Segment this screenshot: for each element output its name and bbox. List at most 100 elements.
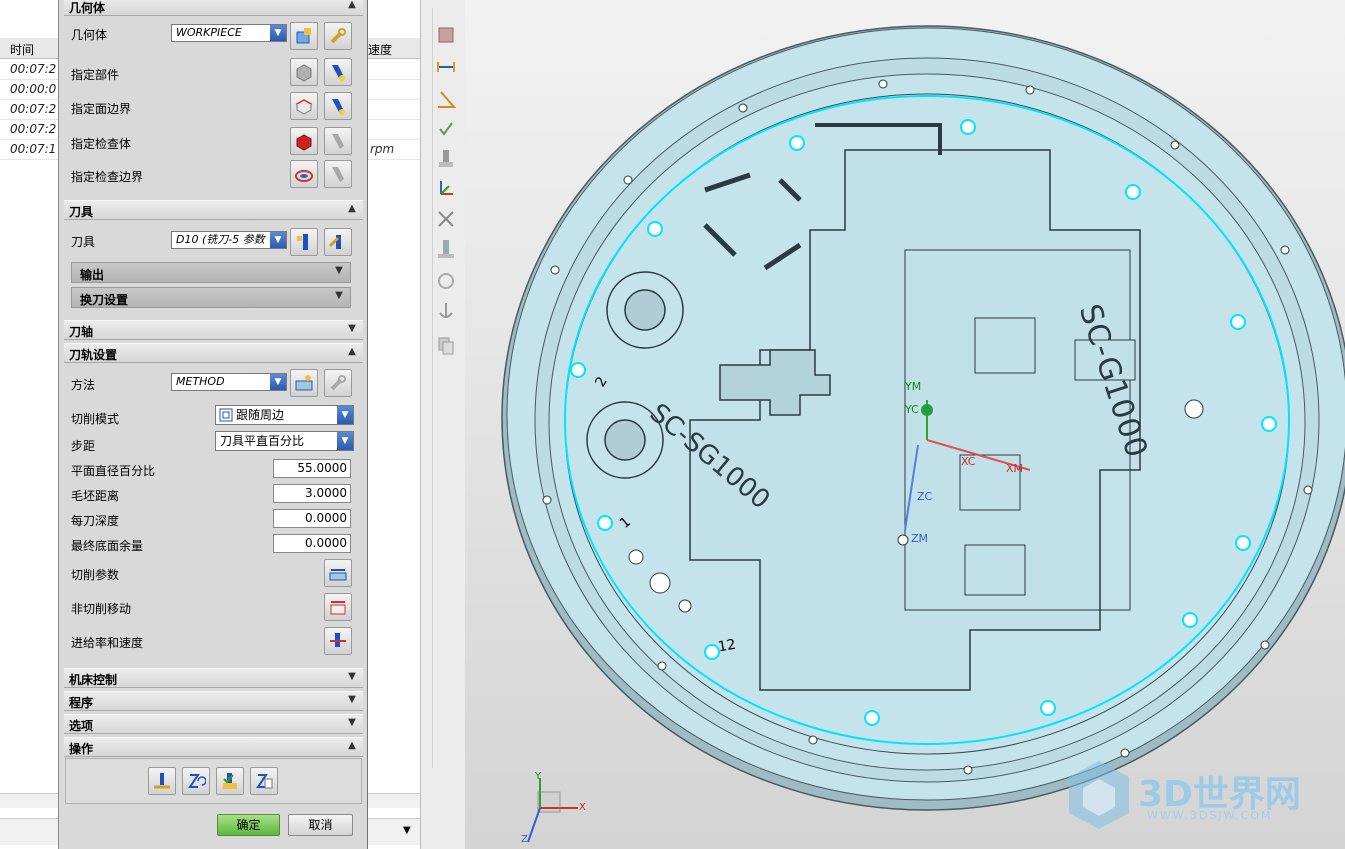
chevron-down-icon[interactable]: ▼: [345, 322, 359, 336]
stepover-select[interactable]: 刀具平直百分比 ▼: [215, 431, 354, 451]
chevron-down-icon[interactable]: ▼: [403, 825, 411, 836]
specify-check-body-label: 指定检查体: [71, 137, 132, 151]
machine-icon[interactable]: [435, 238, 457, 260]
blank-distance-input[interactable]: 3.0000: [273, 484, 351, 503]
section-options[interactable]: 选项 ▼: [64, 714, 363, 734]
generate-icon: [154, 773, 170, 789]
edit-method-button[interactable]: [324, 369, 352, 397]
chevron-down-icon: ▼: [337, 406, 353, 424]
specify-face-boundary-label: 指定面边界: [71, 102, 132, 116]
display-face-boundary-button[interactable]: [324, 92, 352, 120]
axis-label-zm: ZM: [911, 532, 929, 545]
flashlight-disabled-icon: [332, 134, 344, 149]
measure-distance-icon[interactable]: [435, 56, 457, 78]
close-view-icon[interactable]: [435, 208, 457, 230]
non-cutting-moves-label: 非切削移动: [71, 602, 132, 616]
chevron-down-icon[interactable]: ▼: [345, 716, 359, 730]
section-path-settings[interactable]: 刀轨设置 ▲: [64, 343, 363, 363]
section-title: 机床控制: [69, 673, 118, 687]
replay-icon: [188, 774, 206, 788]
section-actions[interactable]: 操作 ▲: [64, 737, 363, 757]
flat-diameter-input[interactable]: 55.0000: [273, 459, 351, 478]
check-boundary-icon: [295, 170, 313, 182]
section-title: 程序: [69, 696, 94, 710]
chevron-down-icon: ▼: [270, 232, 286, 248]
graphics-viewport[interactable]: SC-G1000 SC-SG1000 YM YC XC XM ZC ZM 2 1…: [465, 0, 1345, 849]
chevron-down-icon[interactable]: ▼: [332, 289, 346, 303]
chevron-up-icon[interactable]: ▲: [345, 0, 359, 12]
select-check-boundary-button[interactable]: [290, 160, 318, 188]
tool-select[interactable]: D10 (铣刀-5 参数 ▼: [171, 231, 287, 249]
tool-path-icon[interactable]: [435, 148, 457, 170]
cut-pattern-value: 跟随周边: [236, 408, 285, 422]
cut-pattern-select[interactable]: 跟随周边 ▼: [215, 405, 354, 425]
part-model[interactable]: [465, 0, 1345, 849]
new-geometry-button[interactable]: [290, 22, 318, 50]
rpm-cell: rpm: [370, 142, 395, 156]
section-title: 刀轴: [69, 325, 94, 339]
planar-mill-dialog: 几何体 ▲ 几何体 WORKPIECE ▼ 指定部件 指定面边界 指定检查体 指定…: [58, 0, 368, 849]
depth-per-cut-label: 每刀深度: [71, 514, 120, 528]
stepover-value: 刀具平直百分比: [220, 434, 305, 448]
cutting-params-icon: [329, 569, 347, 581]
section-geometry[interactable]: 几何体 ▲: [64, 0, 363, 16]
depth-per-cut-input[interactable]: 0.0000: [273, 509, 351, 528]
section-tool[interactable]: 刀具 ▲: [64, 200, 363, 220]
list-button[interactable]: [250, 767, 278, 795]
chevron-up-icon[interactable]: ▲: [345, 345, 359, 359]
ok-button[interactable]: 确定: [217, 814, 280, 836]
display-check-boundary-button[interactable]: [324, 160, 352, 188]
chevron-up-icon[interactable]: ▲: [345, 739, 359, 753]
rotate-icon[interactable]: [435, 270, 457, 292]
chevron-up-icon[interactable]: ▲: [345, 202, 359, 216]
replay-button[interactable]: [182, 767, 210, 795]
method-select[interactable]: METHOD ▼: [171, 373, 287, 391]
check-icon[interactable]: [435, 118, 457, 140]
edit-geometry-button[interactable]: [324, 22, 352, 50]
chevron-down-icon[interactable]: ▼: [345, 693, 359, 707]
watermark: 3D世界网 WWW.3DSJW.COM: [1063, 757, 1343, 832]
verify-button[interactable]: [216, 767, 244, 795]
select-face-boundary-button[interactable]: [290, 92, 318, 120]
subsection-output[interactable]: 输出 ▼: [71, 262, 351, 283]
new-method-button[interactable]: [290, 369, 318, 397]
cube-view-icon[interactable]: [435, 24, 457, 46]
cutting-params-label: 切削参数: [71, 568, 120, 582]
view-toolbar: [420, 0, 466, 849]
stepover-label: 步距: [71, 439, 96, 453]
new-method-icon: [295, 375, 313, 391]
select-part-button[interactable]: [290, 58, 318, 86]
section-tool-axis[interactable]: 刀轴 ▼: [64, 320, 363, 340]
time-cell: 00:00:0: [10, 82, 57, 96]
flashlight-icon: [332, 99, 345, 115]
flashlight-disabled-icon: [332, 167, 344, 182]
measure-angle-icon[interactable]: [435, 88, 457, 110]
method-select-value: METHOD: [176, 375, 225, 388]
chevron-down-icon: ▼: [270, 25, 286, 41]
display-part-button[interactable]: [324, 58, 352, 86]
chevron-down-icon[interactable]: ▼: [332, 264, 346, 278]
feeds-speeds-button[interactable]: [324, 627, 352, 655]
wcs-axes-icon[interactable]: [435, 178, 457, 200]
section-machine-control[interactable]: 机床控制 ▼: [64, 668, 363, 688]
section-program[interactable]: 程序 ▼: [64, 691, 363, 711]
triad-x-label: X: [579, 802, 586, 813]
edit-tool-button[interactable]: [324, 228, 352, 256]
select-check-body-button[interactable]: [290, 127, 318, 155]
non-cutting-moves-button[interactable]: [324, 593, 352, 621]
anchor-icon[interactable]: [435, 300, 457, 322]
hole-number-12: 12: [716, 636, 738, 656]
chevron-down-icon: ▼: [270, 374, 286, 390]
copy-icon[interactable]: [435, 334, 457, 356]
final-floor-stock-input[interactable]: 0.0000: [273, 534, 351, 553]
cancel-button[interactable]: 取消: [288, 814, 353, 836]
cutting-params-button[interactable]: [324, 559, 352, 587]
time-cell: 00:07:2: [10, 122, 57, 136]
generate-button[interactable]: [148, 767, 176, 795]
display-check-body-button[interactable]: [324, 127, 352, 155]
part-cube-icon: [296, 64, 312, 82]
geometry-select[interactable]: WORKPIECE ▼: [171, 24, 287, 42]
subsection-tool-change[interactable]: 换刀设置 ▼: [71, 287, 351, 308]
new-tool-button[interactable]: [290, 228, 318, 256]
chevron-down-icon[interactable]: ▼: [345, 670, 359, 684]
